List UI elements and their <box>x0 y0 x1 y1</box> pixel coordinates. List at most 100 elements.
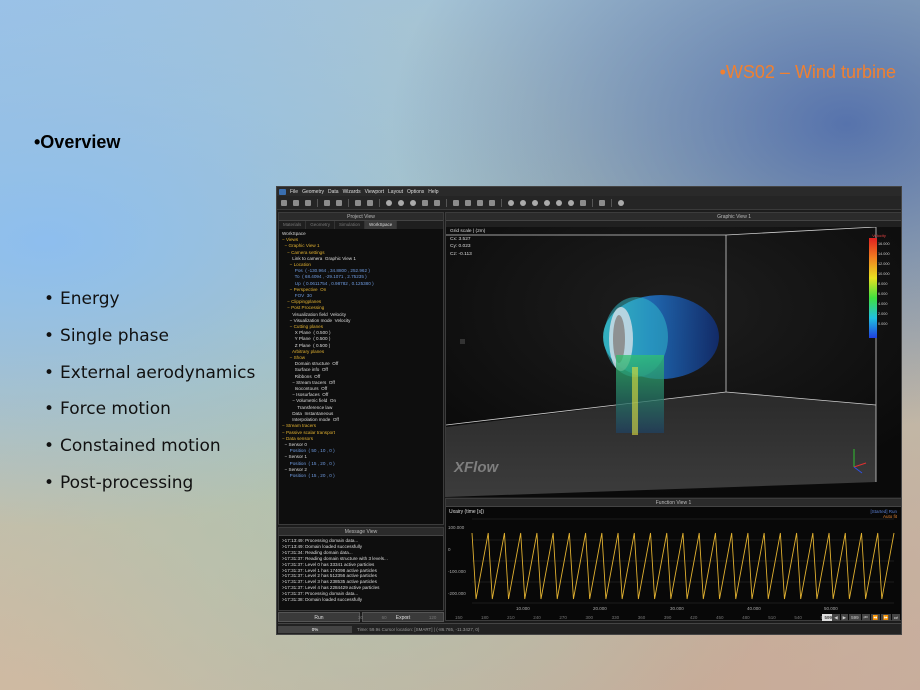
x-tick-label: 20.000 <box>593 606 607 611</box>
render-wire-icon[interactable] <box>508 199 514 206</box>
zoom-out-icon[interactable] <box>410 199 416 206</box>
zoom-in-icon[interactable] <box>398 199 404 206</box>
grid-icon[interactable] <box>489 199 495 206</box>
app-logo-icon <box>279 188 286 195</box>
tab-workspace[interactable]: WorkSpace <box>365 221 398 229</box>
playback-button[interactable]: 599 <box>849 614 861 621</box>
tab-materials[interactable]: Materials <box>279 221 307 229</box>
color-legend: Velocity 16.000 14.000 12.000 10.000 8.000 6.… <box>869 233 890 338</box>
timeline-tick: 420 <box>689 615 698 620</box>
playback-button[interactable]: ⏪ <box>870 614 881 621</box>
rotate-icon[interactable] <box>367 199 373 206</box>
tree-node[interactable]: Position ( 15 , 20 , 0 ) <box>282 473 440 479</box>
bullet-item: Constained motion <box>44 434 255 471</box>
cy-value: Cy: 0.023 <box>450 244 471 249</box>
menu-help[interactable]: Help <box>428 189 438 195</box>
render-shaded-icon[interactable] <box>556 199 562 206</box>
new-file-icon[interactable] <box>281 199 287 206</box>
menu-bar: File Geometry Data Wizards Viewport Layo… <box>277 187 901 196</box>
playback-button[interactable]: ⏭ <box>891 614 900 621</box>
message-view-title: Message View <box>279 528 443 536</box>
menu-layout[interactable]: Layout <box>388 189 403 195</box>
menu-file[interactable]: File <box>290 189 298 195</box>
3d-viewport[interactable] <box>446 227 902 497</box>
function-view-title: Function View 1 <box>446 499 901 507</box>
split-view-icon[interactable] <box>599 199 605 206</box>
save-icon[interactable] <box>305 199 311 206</box>
time-status: Time: 59.9s Cursor location: [SMART] | (… <box>357 627 480 632</box>
gear-icon[interactable] <box>336 199 342 206</box>
cx-value: Cx: 3.527 <box>450 236 471 242</box>
playback-controls: ◀ ▶ 599 ⏮ ⏪ ⏩ ⏭ <box>832 614 900 621</box>
overview-heading: •Overview <box>34 132 121 152</box>
tab-simulation[interactable]: Simulation <box>335 221 366 229</box>
info-icon[interactable] <box>618 199 624 206</box>
timeline-tick: 390 <box>663 615 672 620</box>
legend-tick: 2.000 <box>878 312 888 316</box>
project-view-title: Project View <box>279 213 443 221</box>
menu-data[interactable]: Data <box>328 189 339 195</box>
select-icon[interactable] <box>434 199 440 206</box>
playback-button[interactable]: ◀ <box>832 614 840 621</box>
timeline-tick: 60 <box>381 615 387 620</box>
function-view-panel: Function View 1 Uxairy (time [s]) [Start… <box>445 498 901 621</box>
legend-title: Velocity <box>872 233 886 238</box>
timeline-tick: 450 <box>716 615 724 620</box>
timeline-tick: 480 <box>742 615 750 620</box>
playback-button[interactable]: ⏮ <box>861 614 870 621</box>
timeline-bar: 0% 30 60 90 120 150 180 210 240 270 300 330 360 390 4… <box>278 614 901 634</box>
legend-tick: 16.000 <box>878 242 890 246</box>
x-tick-label: 10.000 <box>516 606 530 611</box>
xflow-logo: XFlow <box>454 459 499 476</box>
menu-geometry[interactable]: Geometry <box>302 189 324 195</box>
playback-button[interactable]: ▶ <box>840 614 849 621</box>
graphic-view-panel: Graphic View 1 Grid scale | (2m) Cx: 3.5… <box>445 212 902 497</box>
main-toolbar <box>277 196 901 210</box>
timeline-tick: 30 <box>358 615 364 620</box>
legend-tick: 14.000 <box>878 252 890 256</box>
menu-viewport[interactable]: Viewport <box>365 189 384 195</box>
sawtooth-series-line <box>471 532 895 600</box>
toolbar-divider <box>317 198 318 207</box>
tools-icon[interactable] <box>324 199 330 206</box>
bullet-item: Force motion <box>44 397 255 434</box>
render-solid-icon[interactable] <box>520 199 526 206</box>
axis-z-icon[interactable] <box>477 199 483 206</box>
render-flat-icon[interactable] <box>532 199 538 206</box>
legend-tick: 8.000 <box>878 282 888 286</box>
y-tick-label: 100.000 <box>448 525 465 530</box>
fit-view-icon[interactable] <box>422 199 428 206</box>
legend-tick: 0.000 <box>878 322 888 326</box>
timeline-tick: 510 <box>768 615 776 620</box>
zoom-icon[interactable] <box>386 199 392 206</box>
x-tick-label: 40.000 <box>747 606 761 611</box>
pan-icon[interactable] <box>355 199 361 206</box>
legend-color-bar <box>869 238 877 338</box>
x-tick-label: 50.000 <box>824 606 838 611</box>
axis-y-icon[interactable] <box>465 199 471 206</box>
timeline-tick: 300 <box>585 615 593 620</box>
toolbar-divider <box>446 198 447 207</box>
toolbar-divider <box>501 198 502 207</box>
timeline-ticks[interactable]: 30 60 90 120 150 180 210 240 270 300 330 360 390 420 4… <box>358 615 828 621</box>
bullet-item: External aerodynamics <box>44 361 255 398</box>
menu-options[interactable]: Options <box>407 189 424 195</box>
playback-button[interactable]: ⏩ <box>881 614 891 621</box>
timeline-tick: 360 <box>637 615 646 620</box>
graphic-view-title: Graphic View 1 <box>446 213 901 221</box>
timeline-tick: 150 <box>454 615 463 620</box>
render-smooth-icon[interactable] <box>544 199 550 206</box>
workspace-tree: WorkSpace − Views − Graphic View 1 − Came… <box>279 229 443 481</box>
timeline-tick: 210 <box>507 615 515 620</box>
menu-wizards[interactable]: Wizards <box>343 189 361 195</box>
toolbar-divider <box>379 198 380 207</box>
paint-icon[interactable] <box>580 199 586 206</box>
tab-geometry[interactable]: Geometry <box>306 221 336 229</box>
render-light-icon[interactable] <box>568 199 574 206</box>
run-button[interactable]: Run <box>278 612 360 622</box>
timeline-tick: 270 <box>559 615 567 620</box>
axis-x-icon[interactable] <box>453 199 459 206</box>
open-folder-icon[interactable] <box>293 199 299 206</box>
function-plot: 100.000 0 -100.000 -200.000 10.000 20.000 30.0… <box>448 518 895 611</box>
toolbar-divider <box>611 198 612 207</box>
